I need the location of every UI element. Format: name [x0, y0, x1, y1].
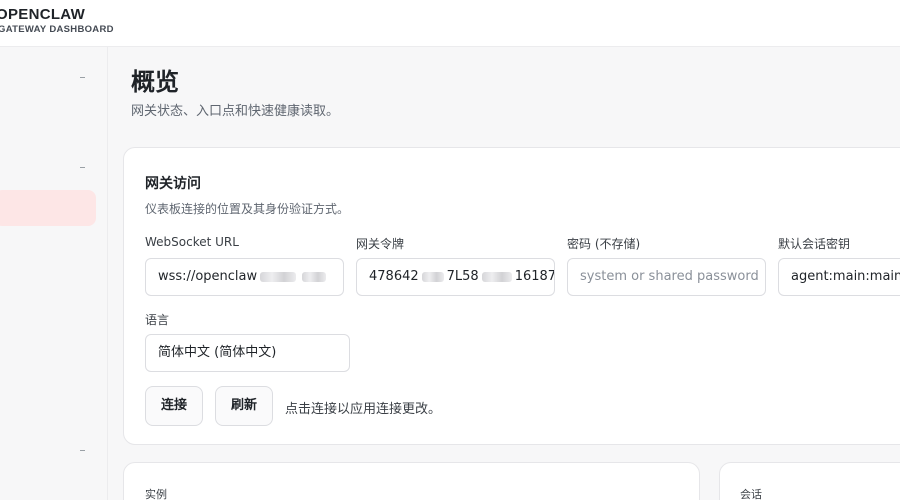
websocket-url-label: WebSocket URL: [145, 235, 239, 249]
password-input[interactable]: system or shared password: [567, 258, 766, 296]
card-description: 仪表板连接的位置及其身份验证方式。: [145, 202, 350, 216]
connect-button[interactable]: 连接: [145, 386, 203, 426]
session-card-title: 会话: [740, 488, 762, 500]
session-card: 会话: [719, 462, 900, 500]
websocket-url-value: wss://openclaw: [158, 269, 258, 284]
sidebar-group-collapse-icon[interactable]: [80, 450, 85, 451]
card-title: 网关访问: [145, 176, 201, 192]
gateway-token-value-mid: 7L58: [446, 269, 479, 284]
sidebar-group-collapse-icon[interactable]: [80, 167, 85, 168]
sidebar-group-collapse-icon[interactable]: [80, 77, 85, 78]
websocket-url-input[interactable]: wss://openclaw: [145, 258, 344, 296]
session-key-label: 默认会话密钥: [778, 237, 851, 251]
brand-subtitle: GATEWAY DASHBOARD: [0, 24, 114, 35]
gateway-token-label: 网关令牌: [356, 237, 405, 251]
sidebar-item-overview[interactable]: [0, 190, 96, 226]
language-select[interactable]: 简体中文 (简体中文): [145, 334, 350, 372]
redacted-blur: [302, 271, 327, 282]
sidebar: [0, 47, 108, 500]
password-label: 密码 (不存储): [567, 237, 641, 251]
redacted-blur: [260, 271, 297, 282]
redacted-blur: [481, 271, 512, 282]
top-bar: OPENCLAW GATEWAY DASHBOARD: [0, 0, 900, 47]
refresh-button[interactable]: 刷新: [215, 386, 273, 426]
gateway-token-input[interactable]: 478642 7L58 16187;: [356, 258, 555, 296]
page-subtitle: 网关状态、入口点和快速健康读取。: [131, 104, 340, 119]
instance-card: 实例: [123, 462, 700, 500]
instance-card-title: 实例: [145, 488, 167, 500]
gateway-access-card: 网关访问 仪表板连接的位置及其身份验证方式。 WebSocket URL wss…: [123, 147, 900, 445]
language-label: 语言: [145, 313, 170, 327]
session-key-input[interactable]: agent:main:main: [778, 258, 900, 296]
page-title: 概览: [131, 68, 179, 96]
brand-title: OPENCLAW: [0, 6, 86, 23]
gateway-token-value-end: 16187;: [514, 269, 554, 284]
redacted-blur: [421, 271, 444, 282]
gateway-token-value-start: 478642: [369, 269, 419, 284]
connect-hint: 点击连接以应用连接更改。: [285, 402, 442, 417]
